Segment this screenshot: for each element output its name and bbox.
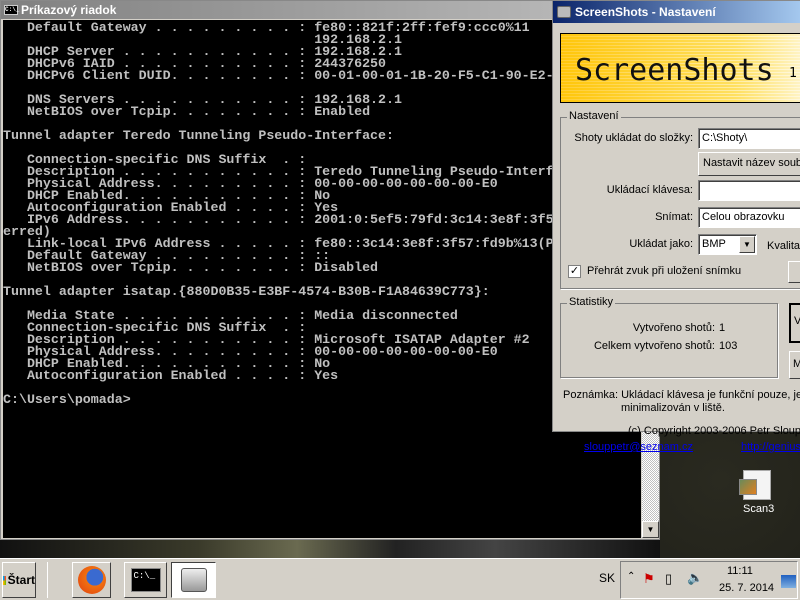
taskbar-command-prompt[interactable]: C:\_ — [124, 562, 167, 598]
folder-label: Shoty ukládat do složky: — [574, 132, 693, 144]
banner-version: 1 — [789, 66, 797, 81]
show-desktop-icon[interactable] — [781, 575, 796, 588]
console-line: NetBIOS over Tcpip. . . . . . . . : Disa… — [3, 260, 379, 275]
console-line: IPv6 Address. . . . . . . . . . . : 2001… — [3, 212, 554, 227]
format-value: BMP — [702, 238, 726, 250]
scroll-down-arrow-icon[interactable]: ▼ — [642, 521, 659, 538]
dialog-titlebar[interactable]: ScreenShots - Nastavení — [553, 1, 800, 23]
console-output[interactable]: Default Gateway . . . . . . . . . : fe80… — [3, 20, 641, 538]
taskbar-firefox[interactable] — [72, 562, 111, 598]
note-line-2: minimalizován v liště. — [621, 402, 725, 414]
cmd-icon: C:\_ — [130, 568, 161, 592]
side-button-v[interactable]: V — [789, 303, 800, 343]
copyright: (c) Copyright 2003-2006 Petr Sloup — [628, 425, 800, 437]
console-line: C:\Users\pomada> — [3, 392, 131, 407]
console-line: NetBIOS over Tcpip. . . . . . . . : Enab… — [3, 104, 371, 119]
console-icon: C:\_ — [4, 5, 20, 15]
banner-logo: ScreenShots — [575, 53, 774, 88]
taskbar-screenshots[interactable] — [171, 562, 216, 598]
clock-date[interactable]: 25. 7. 2014 — [719, 582, 774, 594]
console-line: DHCPv6 Client DUID. . . . . . . . : 00-0… — [3, 68, 554, 83]
taskbar-separator — [47, 562, 73, 598]
clock-time[interactable]: 11:11 — [727, 565, 753, 577]
total-value: 103 — [719, 340, 738, 352]
format-select[interactable]: BMP ▼ — [698, 234, 757, 255]
quality-label: Kvalita: — [767, 240, 800, 252]
console-title: Príkazový riadok — [21, 3, 117, 17]
folder-input[interactable]: C:\Shoty\ — [698, 128, 800, 149]
system-tray: ⌃ ⚑ ▯ 🔈 11:11 25. 7. 2014 — [620, 561, 798, 599]
language-indicator[interactable]: SK — [599, 571, 615, 585]
volume-icon[interactable]: 🔈 — [687, 570, 703, 586]
camera-icon — [557, 6, 571, 18]
format-label: Ukládat jako: — [629, 238, 693, 250]
hotkey-input[interactable] — [698, 180, 800, 201]
settings-legend: Nastavení — [567, 110, 621, 122]
total-label: Celkem vytvořeno shotů: — [593, 340, 715, 352]
start-button[interactable]: Štart — [2, 562, 36, 598]
sound-label[interactable]: Přehrát zvuk při uložení snímku — [587, 265, 741, 277]
start-label: Štart — [7, 573, 35, 587]
banner: ScreenShots 1 — [560, 33, 800, 103]
set-filename-button[interactable]: Nastavit název soubo — [698, 152, 800, 176]
sound-checkbox[interactable]: ✓ — [568, 265, 581, 278]
settings-side-button[interactable] — [788, 261, 800, 283]
note-line-1: Poznámka: Ukládací klávesa je funkční po… — [563, 389, 800, 401]
checkmark-icon: ✓ — [569, 265, 580, 277]
email-link[interactable]: slouppetr@seznam.cz — [584, 441, 693, 453]
network-icon[interactable]: ▯ — [665, 571, 672, 587]
capture-select[interactable]: Celou obrazovku — [698, 207, 800, 228]
desktop-icon-label[interactable]: Scan3 — [743, 503, 774, 515]
scan3-file-icon[interactable] — [739, 470, 771, 500]
desktop-wallpaper — [0, 538, 660, 558]
console-line: Tunnel adapter isatap.{880D0B35-E3BF-457… — [3, 284, 490, 299]
side-button-m[interactable]: M — [789, 351, 800, 379]
show-hidden-icons-icon[interactable]: ⌃ — [627, 571, 635, 582]
web-link[interactable]: http://genius — [741, 441, 800, 453]
console-line: Tunnel adapter Teredo Tunneling Pseudo-I… — [3, 128, 394, 143]
capture-label: Snímat: — [655, 211, 693, 223]
created-label: Vytvořeno shotů: — [632, 322, 715, 334]
console-line: Autoconfiguration Enabled . . . . : Yes — [3, 368, 339, 383]
chevron-down-icon[interactable]: ▼ — [739, 236, 755, 253]
firefox-icon — [77, 566, 106, 594]
statistics-legend: Statistiky — [567, 296, 616, 308]
key-label: Ukládací klávesa: — [606, 184, 693, 196]
console-text: Default Gateway . . . . . . . . . : fe80… — [3, 20, 641, 406]
created-value: 1 — [719, 322, 726, 334]
camera-icon — [180, 568, 207, 592]
action-center-flag-icon[interactable]: ⚑ — [643, 571, 655, 587]
windows-logo-icon — [3, 575, 6, 585]
screenshots-settings-dialog[interactable]: ScreenShots - Nastavení ScreenShots 1 Na… — [552, 0, 800, 453]
taskbar: Štart C:\_ SK ⌃ ⚑ ▯ 🔈 11:11 25. 7. 2014 — [0, 558, 800, 600]
dialog-title: ScreenShots - Nastavení — [575, 5, 716, 19]
